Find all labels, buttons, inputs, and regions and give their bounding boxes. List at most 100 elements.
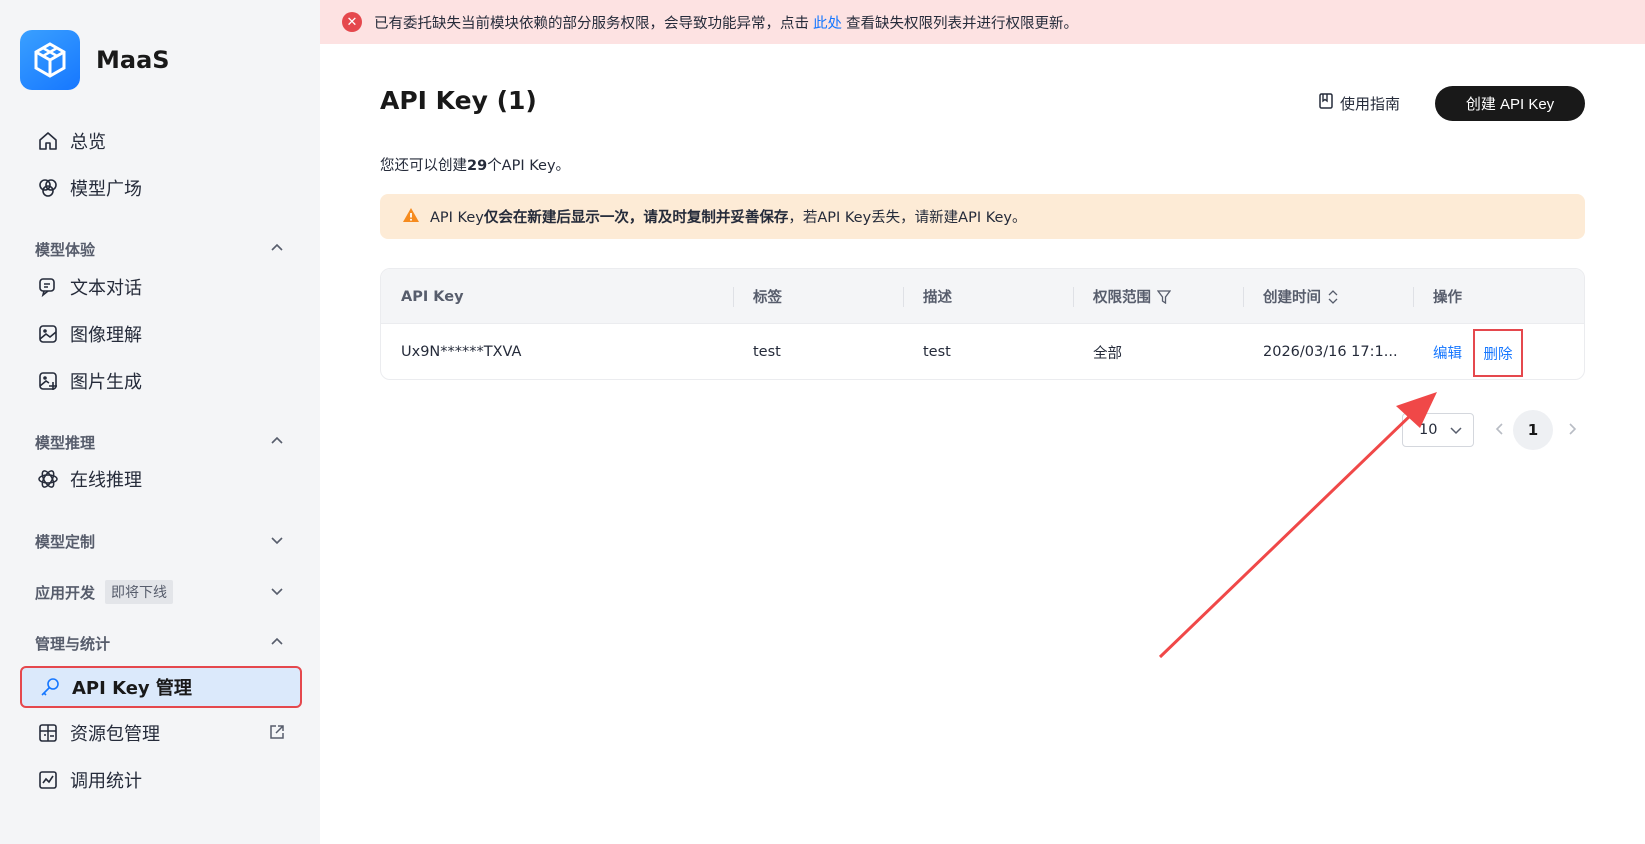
chevron-down-icon (1449, 423, 1463, 441)
sidebar-group-label: 管理与统计 (35, 634, 111, 653)
sidebar-item-overview[interactable]: 总览 (20, 120, 302, 162)
maas-logo-icon (20, 30, 80, 90)
atom-icon (36, 467, 60, 491)
column-header-actions: 操作 (1433, 290, 1462, 306)
column-divider (1073, 287, 1074, 307)
usage-guide-button[interactable]: 使用指南 (1318, 88, 1400, 118)
chat-icon (36, 275, 60, 299)
delete-highlight-box: 删除 (1473, 329, 1523, 377)
sidebar-item-resource-packages[interactable]: 资源包管理 (20, 712, 302, 754)
usage-guide-label: 使用指南 (1340, 94, 1401, 113)
notice-bold: 仅会在新建后显示一次，请及时复制并妥善保存 (483, 210, 789, 226)
column-divider (1413, 287, 1414, 307)
description-value: test (923, 344, 951, 360)
sidebar-item-image-understanding[interactable]: 图像理解 (20, 313, 302, 355)
tag-value: test (753, 344, 781, 360)
page-number-button[interactable]: 1 (1513, 410, 1553, 450)
banner-link[interactable]: 此处 (813, 12, 842, 33)
chevron-left-icon (1494, 421, 1506, 440)
image-icon (36, 322, 60, 346)
sidebar-item-model-square[interactable]: 模型广场 (20, 167, 302, 209)
notice-part-2: ，若API Key丢失，请新建API Key。 (788, 210, 1027, 226)
sidebar-group-label: 模型推理 (35, 433, 96, 452)
quota-prefix: 您还可以创建 (380, 158, 467, 174)
create-api-key-button[interactable]: 创建 API Key (1435, 86, 1585, 121)
key-icon (38, 675, 62, 699)
filter-icon[interactable] (1157, 289, 1171, 304)
app-name: MaaS (96, 46, 170, 74)
column-header-tag: 标签 (753, 290, 782, 306)
image-plus-icon (36, 369, 60, 393)
column-header-scope[interactable]: 权限范围 (1093, 269, 1171, 324)
sidebar-item-label: 图片生成 (70, 372, 142, 393)
cube-icon (36, 176, 60, 200)
sidebar-item-api-key-management[interactable]: API Key 管理 (20, 666, 302, 708)
actions-cell: 编辑 (1433, 324, 1462, 379)
sort-icon[interactable] (1327, 289, 1339, 305)
page-size-value: 10 (1419, 422, 1438, 438)
scope-value: 全部 (1093, 345, 1122, 362)
edit-link[interactable]: 编辑 (1433, 342, 1462, 363)
sidebar-group-app-development[interactable]: 应用开发 即将下线 (35, 579, 285, 605)
chevron-down-icon (269, 532, 285, 552)
column-divider (733, 287, 734, 307)
column-header-description: 描述 (923, 290, 952, 306)
column-divider (903, 287, 904, 307)
delete-link[interactable]: 删除 (1484, 343, 1513, 364)
banner-text: 已有委托缺失当前模块依赖的部分服务权限，会导致功能异常，点击 (374, 15, 809, 32)
sidebar-item-online-inference[interactable]: 在线推理 (20, 458, 302, 500)
banner-text-after: 查看缺失权限列表并进行权限更新。 (846, 15, 1078, 32)
quota-suffix: 个API Key。 (487, 158, 571, 174)
sidebar: MaaS 总览 模型广场 模型体验 文本对话 图像理解 图片生成 模型推理 在线… (0, 0, 320, 844)
sidebar-item-label: 文本对话 (70, 278, 142, 299)
sidebar-group-management[interactable]: 管理与统计 (35, 630, 285, 656)
warning-icon (402, 207, 420, 227)
previous-page-button[interactable] (1488, 418, 1512, 442)
chart-icon (36, 768, 60, 792)
chevron-up-icon (269, 433, 285, 453)
sidebar-group-label: 模型体验 (35, 240, 96, 259)
column-header-created[interactable]: 创建时间 (1263, 269, 1339, 324)
api-key-value: Ux9N******TXVA (401, 344, 522, 360)
sidebar-group-model-experience[interactable]: 模型体验 (35, 236, 285, 262)
sidebar-group-model-inference[interactable]: 模型推理 (35, 429, 285, 455)
sidebar-item-label: 总览 (70, 132, 106, 153)
sidebar-item-text-chat[interactable]: 文本对话 (20, 266, 302, 308)
chevron-right-icon (1566, 421, 1578, 440)
next-page-button[interactable] (1560, 418, 1584, 442)
column-header-api-key: API Key (401, 288, 464, 305)
home-icon (36, 129, 60, 153)
sidebar-group-model-customization[interactable]: 模型定制 (35, 528, 285, 554)
created-header-label: 创建时间 (1263, 290, 1321, 306)
sidebar-item-label: 调用统计 (70, 771, 142, 792)
app-logo[interactable]: MaaS (20, 30, 170, 90)
notice-text: API Key仅会在新建后显示一次，请及时复制并妥善保存，若API Key丢失，… (430, 206, 1027, 227)
sidebar-item-label: API Key 管理 (72, 678, 192, 699)
table-header: API Key 标签 描述 权限范围 创建时间 操作 (381, 269, 1584, 324)
book-icon (1318, 92, 1334, 114)
sidebar-item-label: 图像理解 (70, 325, 142, 346)
chevron-up-icon (269, 240, 285, 260)
api-key-table: API Key 标签 描述 权限范围 创建时间 操作 Ux9N******TXV… (380, 268, 1585, 380)
table-row: Ux9N******TXVA test test 全部 2026/03/16 1… (381, 324, 1584, 379)
quota-count: 29 (467, 158, 488, 174)
external-link-icon[interactable] (268, 723, 286, 745)
sidebar-item-label: 在线推理 (70, 470, 142, 491)
quota-text: 您还可以创建29个API Key。 (380, 154, 570, 175)
page-title: API Key (1) (380, 86, 537, 115)
error-icon: ✕ (342, 12, 362, 32)
chevron-up-icon (269, 634, 285, 654)
notice-part-1: API Key (430, 210, 484, 226)
permission-warning-banner: ✕ 已有委托缺失当前模块依赖的部分服务权限，会导致功能异常，点击 此处 查看缺失… (320, 0, 1645, 44)
page-size-select[interactable]: 10 (1402, 413, 1474, 447)
sidebar-item-label: 资源包管理 (70, 724, 160, 745)
column-divider (1243, 287, 1244, 307)
created-time-value: 2026/03/16 17:1... (1263, 344, 1398, 360)
sidebar-group-label: 模型定制 (35, 532, 96, 551)
api-key-notice: API Key仅会在新建后显示一次，请及时复制并妥善保存，若API Key丢失，… (380, 194, 1585, 239)
sidebar-item-usage-stats[interactable]: 调用统计 (20, 759, 302, 801)
sidebar-item-label: 模型广场 (70, 179, 142, 200)
sidebar-item-image-generation[interactable]: 图片生成 (20, 360, 302, 402)
deprecation-badge: 即将下线 (105, 580, 174, 604)
scope-header-label: 权限范围 (1093, 290, 1151, 306)
